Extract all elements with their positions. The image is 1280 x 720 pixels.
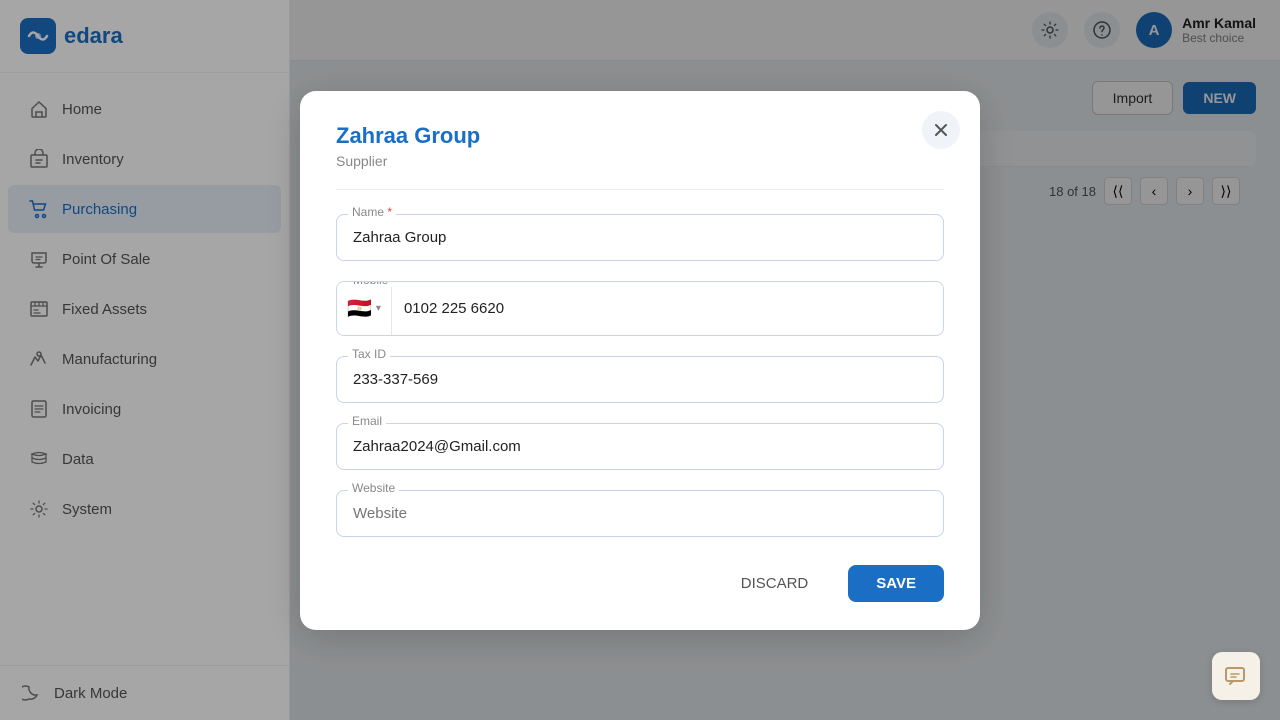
email-input[interactable] xyxy=(336,423,944,470)
modal-title: Zahraa Group xyxy=(336,123,944,149)
tax-id-field-group: Tax ID xyxy=(336,356,944,403)
website-label: Website xyxy=(348,481,399,495)
name-input[interactable] xyxy=(336,214,944,261)
name-field-group: Name * xyxy=(336,214,944,261)
save-button[interactable]: SAVE xyxy=(848,565,944,602)
mobile-field-group: Mobile 🇪🇬 ▾ xyxy=(336,281,944,336)
dropdown-arrow-icon: ▾ xyxy=(376,303,381,314)
country-code-selector[interactable]: 🇪🇬 ▾ xyxy=(337,282,392,335)
modal-dialog: Zahraa Group Supplier Name * Mobile 🇪🇬 ▾ xyxy=(300,91,980,630)
modal-close-button[interactable] xyxy=(922,111,960,149)
modal-subtitle: Supplier xyxy=(336,153,944,169)
website-input[interactable] xyxy=(336,490,944,537)
modal-divider xyxy=(336,189,944,190)
name-label: Name * xyxy=(348,205,396,219)
mobile-input-group: Mobile 🇪🇬 ▾ xyxy=(336,281,944,336)
mobile-label: Mobile xyxy=(349,281,392,287)
email-label: Email xyxy=(348,414,386,428)
mobile-input[interactable] xyxy=(392,286,943,331)
tax-id-label: Tax ID xyxy=(348,347,390,361)
modal-actions: DISCARD SAVE xyxy=(336,565,944,602)
tax-id-input[interactable] xyxy=(336,356,944,403)
modal-overlay: Zahraa Group Supplier Name * Mobile 🇪🇬 ▾ xyxy=(0,0,1280,720)
chat-button[interactable] xyxy=(1212,652,1260,700)
flag-icon: 🇪🇬 xyxy=(347,296,372,321)
email-field-group: Email xyxy=(336,423,944,470)
website-field-group: Website xyxy=(336,490,944,537)
discard-button[interactable]: DISCARD xyxy=(717,565,833,602)
